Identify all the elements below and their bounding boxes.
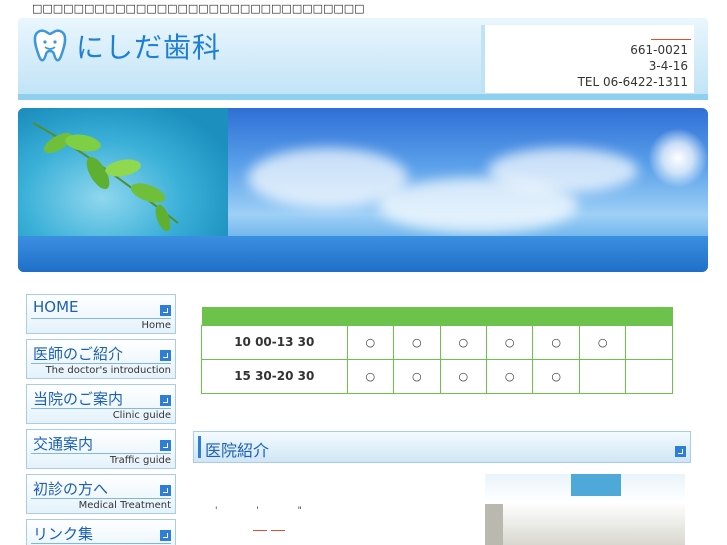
availability-mark: ○ xyxy=(346,324,395,360)
arrow-icon xyxy=(160,530,171,541)
heading-accent xyxy=(198,436,201,458)
office-hours-table: 10 00-13 30 ○ ○ ○ ○ ○ ○ 15 30-20 30 ○ ○ … xyxy=(201,307,673,394)
body-text-marks: ' ' " xyxy=(215,506,320,516)
arrow-icon xyxy=(675,446,686,457)
availability-mark: ○ xyxy=(485,358,534,394)
arrow-icon xyxy=(160,395,171,406)
arrow-icon xyxy=(160,440,171,451)
section-title: 医院紹介 xyxy=(205,441,270,460)
nav-label-en: The doctor's introduction xyxy=(45,365,171,376)
availability-mark: ○ xyxy=(393,324,441,360)
availability-mark: ○ xyxy=(532,358,580,394)
availability-mark: ○ xyxy=(578,324,627,360)
nav-label-en: Home xyxy=(141,320,171,331)
hero-banner xyxy=(18,108,708,272)
hero-bottom-band xyxy=(18,236,708,272)
availability-mark: ○ xyxy=(439,324,487,360)
section-heading-clinic-intro[interactable]: 医院紹介 xyxy=(193,431,691,463)
telephone: TEL 06-6422-1311 xyxy=(577,75,688,89)
nav-underline xyxy=(31,543,171,544)
nav-label-en: Traffic guide xyxy=(109,455,171,466)
time-slot: 15 30-20 30 xyxy=(201,358,348,394)
photo-shadow xyxy=(485,504,503,545)
availability-mark xyxy=(578,358,627,394)
nav-label-jp: 医師のご紹介 xyxy=(33,345,124,363)
table-row: 10 00-13 30 ○ ○ ○ ○ ○ ○ xyxy=(201,324,673,360)
time-slot: 10 00-13 30 xyxy=(201,324,348,360)
site-header: にしだ歯科 661-0021 3-4-16 TEL 06-6422-1311 xyxy=(18,18,708,98)
availability-mark xyxy=(625,358,673,394)
table-row: 15 30-20 30 ○ ○ ○ ○ ○ xyxy=(201,358,673,394)
availability-mark: ○ xyxy=(439,358,487,394)
availability-mark xyxy=(625,324,673,360)
sidebar-item-clinic-guide[interactable]: 当院のご案内 Clinic guide xyxy=(26,384,176,424)
nav-label-jp: HOME xyxy=(33,298,79,316)
tooth-icon xyxy=(33,29,67,62)
nav-underline xyxy=(31,363,171,364)
header-divider xyxy=(18,94,708,100)
arrow-icon xyxy=(160,485,171,496)
arrow-icon xyxy=(160,350,171,361)
nav-label-jp: 初診の方へ xyxy=(33,480,109,498)
postal-code: 661-0021 xyxy=(630,43,688,57)
site-logo[interactable]: にしだ歯科 xyxy=(30,26,221,66)
sidebar-item-home[interactable]: HOME Home xyxy=(26,294,176,334)
contact-box: 661-0021 3-4-16 TEL 06-6422-1311 xyxy=(481,25,694,93)
sidebar-item-doctor[interactable]: 医師のご紹介 The doctor's introduction xyxy=(26,339,176,379)
nav-label-en: Clinic guide xyxy=(112,410,171,421)
contact-accent-line xyxy=(651,39,691,40)
nav-underline xyxy=(31,318,171,319)
nav-underline xyxy=(31,453,171,454)
nav-label-jp: リンク集 xyxy=(33,525,94,543)
clinic-photo xyxy=(485,474,685,545)
availability-mark: ○ xyxy=(393,358,441,394)
wall-poster xyxy=(571,474,621,496)
nav-label-jp: 交通案内 xyxy=(33,435,94,453)
nav-label-jp: 当院のご案内 xyxy=(33,390,124,408)
address: 3-4-16 xyxy=(648,59,688,73)
top-notice: □□□□□□□□□□□□□□□□□□□□□□□□□□□□□□□□ xyxy=(32,2,365,15)
availability-mark: ○ xyxy=(532,324,580,360)
arrow-icon xyxy=(160,305,171,316)
logo-text: にしだ歯科 xyxy=(76,31,222,64)
nav-underline xyxy=(31,498,171,499)
sidebar-item-first-visit[interactable]: 初診の方へ Medical Treatment xyxy=(26,474,176,514)
nav-underline xyxy=(31,408,171,409)
sidebar-item-traffic-guide[interactable]: 交通案内 Traffic guide xyxy=(26,429,176,469)
sidebar-nav: HOME Home 医師のご紹介 The doctor's introducti… xyxy=(26,294,176,545)
availability-mark: ○ xyxy=(346,358,395,394)
sidebar-item-links[interactable]: リンク集 xyxy=(26,519,176,545)
availability-mark: ○ xyxy=(485,324,534,360)
nav-label-en: Medical Treatment xyxy=(78,500,171,511)
table-header-row xyxy=(201,307,673,325)
leaf-icon xyxy=(32,122,179,232)
red-dash-accent xyxy=(253,530,287,531)
sun-glow xyxy=(648,128,708,188)
